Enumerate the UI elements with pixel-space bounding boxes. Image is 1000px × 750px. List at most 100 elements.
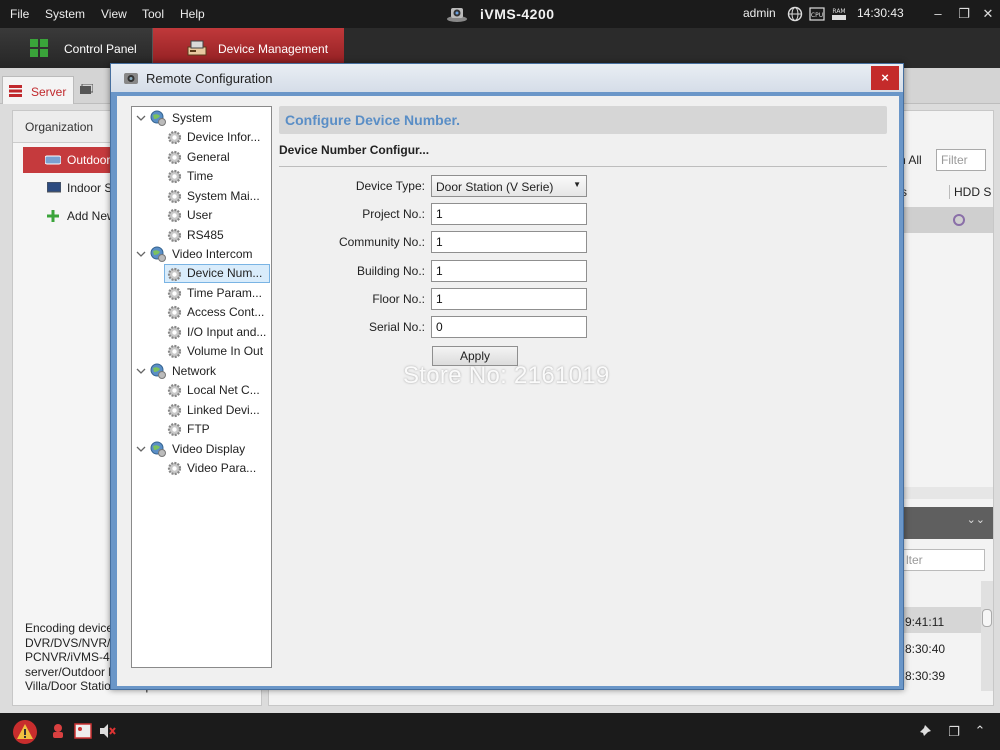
minimize-icon[interactable]: – (928, 4, 948, 24)
section-title: Device Number Configur... (279, 143, 430, 157)
cpu-label: CPU (811, 12, 823, 19)
tree-item-access-control[interactable]: Access Cont... (167, 303, 267, 322)
tree-item-user[interactable]: User (167, 206, 267, 225)
tree-item-label: System Mai... (187, 189, 260, 203)
outdoor-station-icon (45, 155, 61, 165)
user-name[interactable]: admin (743, 6, 776, 20)
tree-item-device-information[interactable]: Device Infor... (167, 128, 267, 147)
tree-item-label: Time Param... (187, 286, 262, 300)
dialog-close-button[interactable]: × (871, 66, 899, 90)
subtab-server[interactable]: Server (2, 76, 74, 104)
event-time: 8:30:39 (905, 669, 946, 683)
collapse-chevron-icon[interactable]: ⌄⌄ (967, 513, 985, 526)
tree-category-system[interactable]: System (136, 109, 266, 128)
gear-icon (167, 325, 182, 340)
menu-view[interactable]: View (101, 7, 127, 21)
tree-item-label: Device Infor... (187, 130, 261, 144)
gear-icon (167, 169, 182, 184)
device-type-value: Door Station (V Serie) (436, 180, 554, 194)
event-image-icon[interactable] (74, 722, 92, 740)
tree-item-time-parameters[interactable]: Time Param... (167, 284, 267, 303)
tree-item-label: Volume In Out (187, 344, 264, 358)
project-no-input[interactable] (431, 203, 587, 225)
dialog-title-bar[interactable]: Remote Configuration × (111, 64, 903, 92)
chevron-down-icon[interactable] (136, 366, 146, 376)
camera-config-icon (124, 73, 138, 84)
tree-item-general[interactable]: General (167, 148, 267, 167)
device-type-label: Device Type: (355, 179, 425, 193)
gear-icon (167, 461, 182, 476)
gear-icon (167, 189, 182, 204)
tree-item-device-number[interactable]: Device Num... (164, 264, 270, 283)
server-icon (9, 85, 22, 97)
device-management-icon (187, 40, 207, 56)
scrollbar-thumb[interactable] (982, 609, 992, 627)
community-no-label: Community No.: (338, 235, 425, 249)
event-time: 8:30:40 (905, 642, 946, 656)
tree-item-ftp[interactable]: FTP (167, 420, 267, 439)
device-filter-input[interactable]: Filter (936, 149, 986, 171)
building-no-input[interactable] (431, 260, 587, 282)
tab-control-panel[interactable]: Control Panel (0, 28, 152, 68)
status-bar: ❐ ⌃ (0, 713, 1000, 750)
mute-speaker-icon[interactable] (98, 722, 116, 740)
tree-item-volume-in-out[interactable]: Volume In Out (167, 342, 267, 361)
tree-category-network[interactable]: Network (136, 362, 266, 381)
chevron-down-icon[interactable] (136, 444, 146, 454)
menu-bar: File System View Tool Help iVMS-4200 adm… (0, 0, 1000, 28)
serial-no-input[interactable] (431, 316, 587, 338)
community-no-input[interactable] (431, 231, 587, 253)
tree-category-label: Network (172, 364, 217, 378)
menu-tool[interactable]: Tool (142, 7, 164, 21)
tree-item-io-input-output[interactable]: I/O Input and... (167, 323, 267, 342)
device-type-select[interactable]: Door Station (V Serie) ▼ (431, 175, 587, 197)
alarm-warning-icon[interactable] (12, 719, 38, 745)
alarm-person-icon[interactable] (50, 722, 68, 740)
tree-category-label: Video Intercom (172, 247, 253, 261)
chevron-down-icon[interactable] (136, 113, 146, 123)
collapse-up-icon[interactable]: ⌃ (970, 721, 990, 741)
device-row[interactable] (901, 207, 993, 233)
globe-icon[interactable] (787, 6, 803, 22)
close-icon[interactable]: ✕ (978, 4, 998, 24)
gear-icon (167, 208, 182, 223)
menu-system[interactable]: System (45, 7, 85, 21)
content-title: Configure Device Number. (285, 112, 461, 128)
floor-no-label: Floor No.: (372, 292, 425, 306)
menu-help[interactable]: Help (180, 7, 205, 21)
menu-file[interactable]: File (10, 7, 29, 21)
tab-control-panel-label: Control Panel (64, 42, 137, 56)
restore-icon[interactable]: ❐ (954, 4, 974, 24)
subtab-server-label: Server (31, 85, 67, 99)
tree-category-video-display[interactable]: Video Display (136, 440, 266, 459)
tree-item-system-maintenance[interactable]: System Mai... (167, 187, 267, 206)
tree-item-local-network-config[interactable]: Local Net C... (167, 381, 267, 400)
gear-icon (167, 228, 182, 243)
tree-item-rs485[interactable]: RS485 (167, 226, 267, 245)
floor-no-input[interactable] (431, 288, 587, 310)
column-header-hdd[interactable]: HDD S (949, 185, 991, 199)
event-panel-header: ⌄⌄ (901, 507, 993, 539)
dialog-title: Remote Configuration (146, 71, 273, 86)
horizontal-scrollbar[interactable] (901, 487, 993, 499)
restore-panel-icon[interactable]: ❐ (944, 722, 964, 742)
tree-item-video-parameters[interactable]: Video Para... (167, 459, 267, 478)
event-filter-input[interactable]: lter (901, 549, 985, 571)
tab-device-management[interactable]: Device Management (152, 28, 344, 68)
building-no-label: Building No.: (356, 264, 425, 278)
remote-configuration-dialog: Remote Configuration × System Device Inf… (110, 63, 904, 690)
content-header: Configure Device Number. (279, 106, 887, 134)
tree-item-linked-devices[interactable]: Linked Devi... (167, 401, 267, 420)
config-tree: System Device Infor... General Time Syst… (131, 106, 272, 668)
globe-icon (150, 441, 166, 457)
tree-category-video-intercom[interactable]: Video Intercom (136, 245, 266, 264)
event-time: 9:41:11 (905, 615, 945, 629)
tree-item-label: Time (187, 169, 214, 183)
gear-icon (167, 267, 182, 282)
pin-icon[interactable] (916, 724, 932, 740)
group-icon (80, 84, 93, 94)
gear-icon (167, 344, 182, 359)
vertical-scrollbar[interactable] (981, 581, 993, 691)
tree-item-time[interactable]: Time (167, 167, 267, 186)
chevron-down-icon[interactable] (136, 249, 146, 259)
